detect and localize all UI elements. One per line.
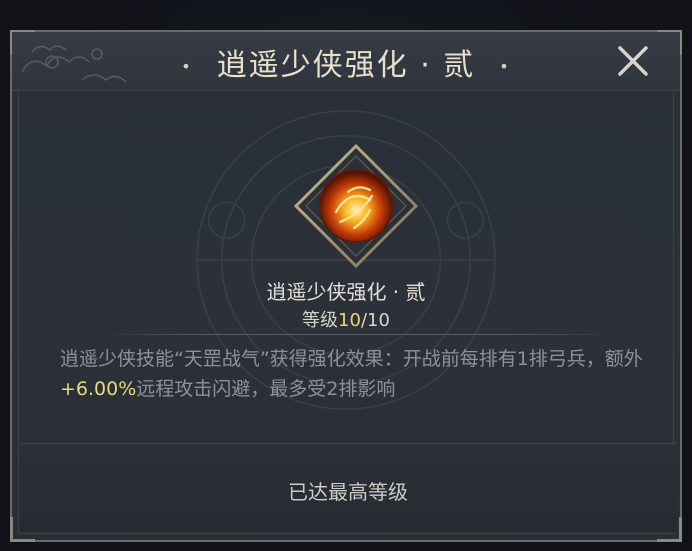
description-part2: 远程攻击闪避，最多受2排影响: [136, 378, 396, 400]
flame-swirl-icon: [293, 143, 419, 269]
skill-level: 等级10/10: [12, 306, 680, 332]
max-level-status: 已达最高等级: [288, 480, 408, 504]
title-dot-left: •: [181, 57, 193, 76]
description-highlight: +6.00%: [60, 378, 137, 400]
skill-upgrade-dialog: • 逍遥少侠强化 · 贰 • 逍遥少侠强化 · 贰 等级10/10 逍遥少侠技能…: [10, 30, 682, 542]
game-screen: • 逍遥少侠强化 · 贰 • 逍遥少侠强化 · 贰 等级10/10 逍遥少侠技能…: [0, 0, 692, 551]
dialog-title: • 逍遥少侠强化 · 贰 •: [12, 40, 680, 84]
divider: [102, 334, 614, 335]
skill-description: 逍遥少侠技能“天罡战气”获得强化效果：开战前每排有1排弓兵，额外 +6.00%远程…: [60, 344, 660, 404]
level-label: 等级: [302, 310, 339, 331]
level-current: 10: [338, 310, 361, 331]
dialog-title-text: 逍遥少侠强化 · 贰: [216, 48, 476, 83]
description-part1: 逍遥少侠技能“天罡战气”获得强化效果：开战前每排有1排弓兵，额外: [60, 348, 643, 370]
skill-name: 逍遥少侠强化 · 贰: [266, 280, 426, 304]
dialog-header: • 逍遥少侠强化 · 贰 •: [12, 32, 680, 91]
title-dot-right: •: [499, 57, 511, 76]
level-max: 10: [367, 310, 390, 331]
close-icon[interactable]: [610, 38, 656, 84]
dialog-footer: 已达最高等级: [20, 443, 676, 532]
